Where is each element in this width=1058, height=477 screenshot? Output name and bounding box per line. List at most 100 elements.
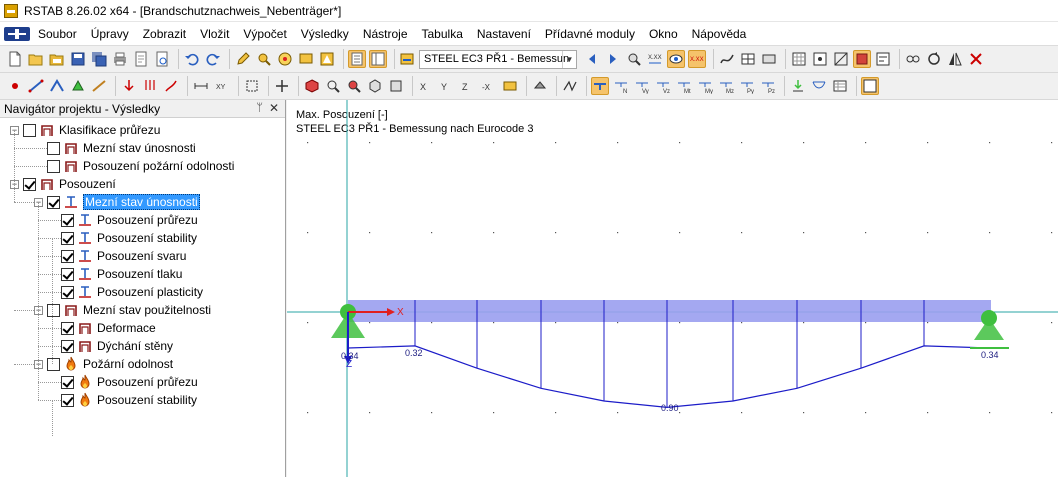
- visibility-button[interactable]: [531, 77, 549, 95]
- tree-item[interactable]: − Posouzení: [10, 175, 116, 193]
- tree-item[interactable]: − Mezní stav únosnosti: [34, 193, 200, 211]
- pin-icon[interactable]: ᛘ: [256, 102, 263, 114]
- result-table-button[interactable]: [739, 50, 757, 68]
- menu-okno[interactable]: Okno: [649, 27, 678, 41]
- menu-nastaveni[interactable]: Nastavení: [477, 27, 531, 41]
- model-drawing[interactable]: X Z 0.34 0.32 0.90 0.34: [287, 100, 1058, 477]
- tree-item[interactable]: Posouzení tlaku: [61, 265, 182, 283]
- section-view-button[interactable]: [760, 50, 778, 68]
- close-view-button[interactable]: [967, 50, 985, 68]
- view-3d-button[interactable]: [366, 77, 384, 95]
- table-results-button[interactable]: [831, 77, 849, 95]
- open-button[interactable]: [27, 50, 45, 68]
- menu-napoveda[interactable]: Nápověda: [692, 27, 747, 41]
- node-tool-button[interactable]: [6, 77, 24, 95]
- hinge-button[interactable]: [90, 77, 108, 95]
- reaction-pz-button[interactable]: Pz: [759, 77, 777, 95]
- zoom-button[interactable]: [276, 50, 294, 68]
- force-n-button[interactable]: N: [612, 77, 630, 95]
- tree-checkbox[interactable]: [47, 159, 60, 173]
- menu-vypocet[interactable]: Výpočet: [243, 27, 286, 41]
- tree-item[interactable]: Mezní stav únosnosti: [47, 139, 196, 157]
- redo-button[interactable]: [204, 50, 222, 68]
- load-generator-button[interactable]: [141, 77, 159, 95]
- tree-checkbox[interactable]: [47, 357, 60, 371]
- new-file-button[interactable]: [6, 50, 24, 68]
- tree-checkbox[interactable]: [61, 375, 74, 389]
- navigator-toggle-button[interactable]: [369, 50, 387, 68]
- menu-upravy[interactable]: Úpravy: [91, 27, 129, 41]
- member-set-button[interactable]: [48, 77, 66, 95]
- zoom-all-button[interactable]: [324, 77, 342, 95]
- close-icon[interactable]: ✕: [269, 101, 279, 115]
- tree-checkbox[interactable]: [61, 267, 74, 281]
- tree-checkbox[interactable]: [61, 213, 74, 227]
- grid-toggle-button[interactable]: [790, 50, 808, 68]
- workplane-button[interactable]: [832, 50, 850, 68]
- tree-item[interactable]: − Požární odolnost: [34, 355, 173, 373]
- print-report-button[interactable]: [132, 50, 150, 68]
- view-iso-button[interactable]: [303, 77, 321, 95]
- find-button[interactable]: [255, 50, 273, 68]
- design-case-combo[interactable]: STEEL EC3 PŘ1 - Bemessun ▼: [419, 49, 577, 69]
- tables-button[interactable]: [348, 50, 366, 68]
- view-z-button[interactable]: Z: [459, 77, 477, 95]
- moment-mt-button[interactable]: Mt: [675, 77, 693, 95]
- preview-button[interactable]: [153, 50, 171, 68]
- tree-item[interactable]: Posouzení požární odolnosti: [47, 157, 234, 175]
- result-diagram-button[interactable]: [810, 77, 828, 95]
- print-button[interactable]: [111, 50, 129, 68]
- view-minus-x-button[interactable]: -X: [480, 77, 498, 95]
- tree-checkbox[interactable]: [61, 339, 74, 353]
- tree-checkbox[interactable]: [47, 141, 60, 155]
- view-x-button[interactable]: X: [417, 77, 435, 95]
- menu-nastroje[interactable]: Nástroje: [363, 27, 408, 41]
- previous-case-button[interactable]: [583, 50, 601, 68]
- dimension-button[interactable]: [192, 77, 210, 95]
- support-reactions-button[interactable]: [789, 77, 807, 95]
- rotate-button[interactable]: [925, 50, 943, 68]
- beam-member[interactable]: [348, 300, 991, 322]
- next-case-button[interactable]: [604, 50, 622, 68]
- link-button[interactable]: [904, 50, 922, 68]
- moment-my-button[interactable]: My: [696, 77, 714, 95]
- tree-checkbox[interactable]: [23, 177, 36, 191]
- tree-item[interactable]: Posouzení průřezu: [61, 373, 198, 391]
- tree-checkbox[interactable]: [61, 231, 74, 245]
- max-values-button[interactable]: X.XX: [646, 50, 664, 68]
- results-panel-button[interactable]: [861, 77, 879, 95]
- member-results-button[interactable]: [591, 77, 609, 95]
- load-button[interactable]: [120, 77, 138, 95]
- menu-pridavne-moduly[interactable]: Přídavné moduly: [545, 27, 635, 41]
- mirror-button[interactable]: [946, 50, 964, 68]
- view-front-button[interactable]: [387, 77, 405, 95]
- display-properties-button[interactable]: [874, 50, 892, 68]
- tree-item[interactable]: − Klasifikace průřezu: [10, 121, 160, 139]
- save-button[interactable]: [69, 50, 87, 68]
- tree-checkbox[interactable]: [61, 249, 74, 263]
- force-vz-button[interactable]: Vz: [654, 77, 672, 95]
- save-all-button[interactable]: [90, 50, 108, 68]
- snap-button[interactable]: [811, 50, 829, 68]
- force-vy-button[interactable]: Vy: [633, 77, 651, 95]
- deformation-button[interactable]: [561, 77, 579, 95]
- tree-item[interactable]: Posouzení svaru: [61, 247, 186, 265]
- render-button[interactable]: [318, 50, 336, 68]
- tree-checkbox[interactable]: [47, 303, 60, 317]
- tree-item[interactable]: Posouzení stability: [61, 229, 197, 247]
- support-button[interactable]: [69, 77, 87, 95]
- view-button[interactable]: [297, 50, 315, 68]
- tree-checkbox[interactable]: [47, 195, 60, 209]
- menu-zobrazit[interactable]: Zobrazit: [143, 27, 186, 41]
- chevron-down-icon[interactable]: ▼: [562, 50, 576, 68]
- view-y-button[interactable]: Y: [438, 77, 456, 95]
- open-recent-button[interactable]: [48, 50, 66, 68]
- animation-button[interactable]: [718, 50, 736, 68]
- select-button[interactable]: [243, 77, 261, 95]
- graphics-window[interactable]: Max. Posouzení [-] STEEL EC3 PŘ1 - Bemes…: [287, 100, 1058, 477]
- tree-checkbox[interactable]: [61, 393, 74, 407]
- tree-checkbox[interactable]: [61, 321, 74, 335]
- result-values-button[interactable]: X.XX: [688, 50, 706, 68]
- tree-item[interactable]: Posouzení plasticity: [61, 283, 203, 301]
- tree-item[interactable]: Deformace: [61, 319, 156, 337]
